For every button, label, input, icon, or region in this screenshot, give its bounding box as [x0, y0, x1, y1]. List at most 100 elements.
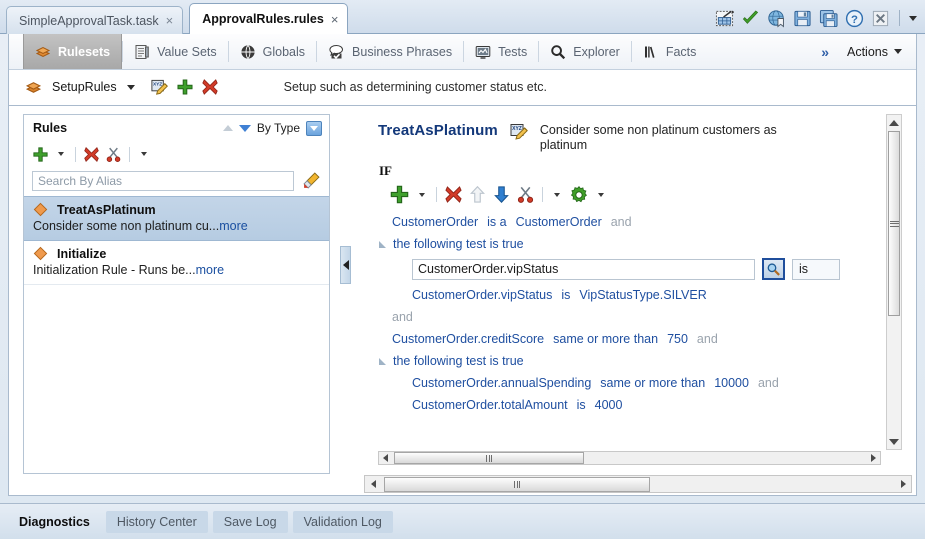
document-tab-simpleapprovaltask[interactable]: SimpleApprovalTask.task ×	[6, 6, 184, 34]
scroll-left-icon[interactable]	[379, 452, 392, 464]
add-rule-icon[interactable]	[32, 146, 49, 163]
condition-left-operand[interactable]: CustomerOrder.annualSpending	[412, 372, 591, 394]
condition-left-operand[interactable]: CustomerOrder.vipStatus	[412, 284, 552, 306]
scrollbar-thumb[interactable]	[888, 131, 900, 316]
condition-row[interactable]: CustomerOrder.vipStatus is VipStatusType…	[364, 284, 904, 306]
scroll-up-icon[interactable]	[887, 115, 901, 130]
help-icon[interactable]: ?	[845, 9, 864, 28]
tab-value-sets[interactable]: Value Sets	[123, 34, 228, 69]
chevron-down-icon[interactable]	[141, 152, 147, 156]
scroll-down-icon[interactable]	[887, 434, 901, 449]
move-up-icon[interactable]	[468, 185, 487, 204]
condition-right-operand[interactable]: 4000	[595, 394, 623, 416]
condition-connector[interactable]: and	[611, 211, 632, 233]
chevron-down-icon[interactable]	[909, 15, 917, 21]
condition-connector[interactable]: and	[697, 328, 718, 350]
expand-table-icon[interactable]	[715, 9, 734, 28]
tab-explorer[interactable]: Explorer	[539, 34, 631, 69]
delete-condition-icon[interactable]	[444, 185, 463, 204]
add-condition-icon[interactable]	[389, 184, 410, 205]
move-down-icon[interactable]	[492, 185, 511, 204]
save-all-icon[interactable]	[819, 9, 838, 28]
condition-right-operand[interactable]: 10000	[714, 372, 749, 394]
condition-right-operand[interactable]: VipStatusType.SILVER	[579, 284, 706, 306]
condition-row[interactable]: CustomerOrder.annualSpending same or mor…	[364, 372, 904, 394]
condition-group-row[interactable]: the following test is true	[364, 233, 904, 255]
sort-mode-dropdown[interactable]	[306, 120, 322, 136]
scrollbar-thumb[interactable]	[384, 476, 650, 492]
tab-globals[interactable]: Globals	[229, 34, 316, 69]
close-icon[interactable]: ×	[331, 13, 339, 26]
condition-row[interactable]: CustomerOrder.totalAmount is 4000	[364, 394, 904, 416]
tab-diagnostics[interactable]: Diagnostics	[8, 511, 101, 533]
editor-inner-hscrollbar[interactable]	[378, 451, 881, 465]
chevron-down-icon[interactable]	[554, 192, 560, 197]
tab-tests[interactable]: Tests	[464, 34, 538, 69]
scroll-left-icon[interactable]	[365, 476, 381, 492]
condition-group-row[interactable]: the following test is true	[364, 350, 904, 372]
tab-rulesets[interactable]: Rulesets	[23, 34, 123, 69]
add-icon[interactable]	[176, 78, 194, 96]
condition-connector[interactable]: and	[758, 372, 779, 394]
operator-dropdown[interactable]: is	[792, 258, 840, 280]
condition-row[interactable]: CustomerOrder.creditScore same or more t…	[364, 328, 904, 350]
tab-save-log[interactable]: Save Log	[212, 510, 288, 533]
condition-operator[interactable]: same or more than	[553, 328, 658, 350]
tab-business-phrases[interactable]: Business Phrases	[317, 34, 463, 69]
sort-descending-icon[interactable]	[238, 124, 251, 132]
list-item[interactable]: TreatAsPlatinum Consider some non platin…	[24, 196, 329, 241]
save-icon[interactable]	[793, 9, 812, 28]
condition-group-label[interactable]: the following test is true	[393, 350, 524, 372]
validate-check-icon[interactable]	[741, 9, 760, 28]
scrollbar-thumb[interactable]	[394, 452, 584, 464]
highlighter-icon[interactable]	[302, 171, 321, 190]
condition-operator[interactable]: same or more than	[600, 372, 705, 394]
condition-connector[interactable]: and	[392, 306, 413, 328]
edit-dictionary-icon[interactable]: XYZ	[509, 122, 529, 142]
sort-ascending-icon[interactable]	[222, 125, 233, 131]
condition-operator[interactable]: is	[561, 284, 570, 306]
actions-menu-button[interactable]: Actions	[839, 34, 916, 69]
editor-vscrollbar[interactable]	[886, 114, 902, 450]
scroll-right-icon[interactable]	[895, 476, 911, 492]
expand-collapse-icon[interactable]	[379, 357, 386, 365]
delete-icon[interactable]	[201, 78, 219, 96]
globe-bookmark-icon[interactable]	[767, 9, 786, 28]
condition-group-label[interactable]: the following test is true	[393, 233, 524, 255]
rule-more-link[interactable]: more	[196, 263, 224, 277]
delete-rule-icon[interactable]	[83, 146, 100, 163]
condition-left-operand[interactable]: CustomerOrder	[392, 211, 478, 233]
cut-rule-icon[interactable]	[105, 146, 122, 163]
chevron-down-icon[interactable]	[126, 84, 135, 90]
chevron-down-icon[interactable]	[58, 152, 64, 156]
tab-validation-log[interactable]: Validation Log	[292, 510, 393, 533]
condition-connector-row[interactable]: and	[364, 306, 904, 328]
edit-dictionary-icon[interactable]: XYZ	[150, 78, 169, 97]
expand-collapse-icon[interactable]	[379, 240, 386, 248]
condition-left-operand[interactable]: CustomerOrder.creditScore	[392, 328, 544, 350]
rule-more-link[interactable]: more	[219, 219, 247, 233]
ribbon-overflow-button[interactable]: »	[811, 34, 839, 69]
list-item[interactable]: Initialize Initialization Rule - Runs be…	[24, 241, 329, 285]
expression-search-button[interactable]	[762, 258, 785, 280]
condition-row[interactable]: CustomerOrder is a CustomerOrder and	[364, 211, 904, 233]
cut-condition-icon[interactable]	[516, 185, 535, 204]
condition-right-operand[interactable]: 750	[667, 328, 688, 350]
expression-input[interactable]	[412, 258, 755, 280]
ruleset-name[interactable]: SetupRules	[52, 80, 117, 94]
scroll-right-icon[interactable]	[867, 452, 880, 464]
document-tab-approvalrules[interactable]: ApprovalRules.rules ×	[189, 3, 349, 34]
condition-operator[interactable]: is a	[487, 211, 506, 233]
panel-collapse-handle[interactable]	[340, 246, 351, 284]
tab-history-center[interactable]: History Center	[105, 510, 208, 533]
condition-operator[interactable]: is	[577, 394, 586, 416]
condition-right-operand[interactable]: CustomerOrder	[516, 211, 602, 233]
condition-left-operand[interactable]: CustomerOrder.totalAmount	[412, 394, 568, 416]
search-input[interactable]	[32, 170, 294, 191]
tab-facts[interactable]: Facts	[632, 34, 708, 69]
settings-gear-icon[interactable]	[569, 185, 589, 205]
chevron-down-icon[interactable]	[598, 192, 604, 197]
sort-mode-label[interactable]: By Type	[257, 121, 300, 135]
close-window-icon[interactable]	[871, 9, 890, 28]
close-icon[interactable]: ×	[166, 14, 174, 27]
